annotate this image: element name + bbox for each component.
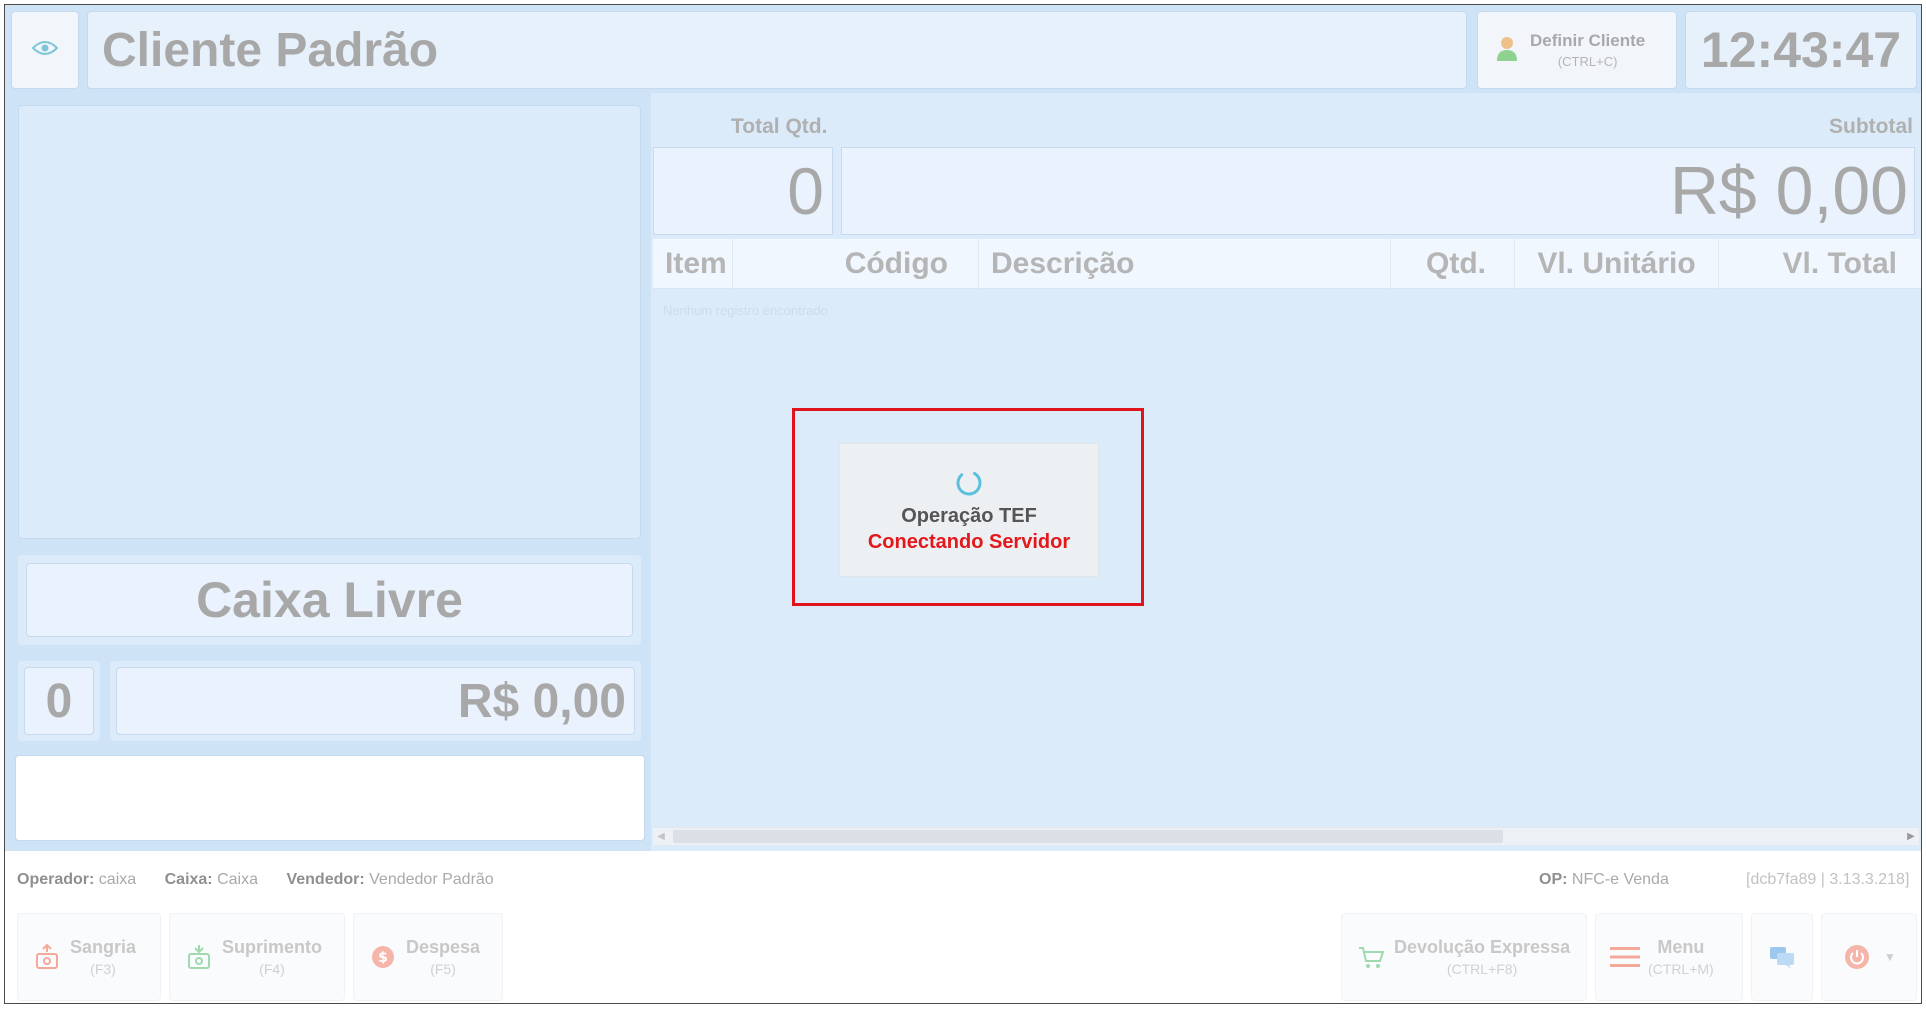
define-client-button[interactable]: Definir Cliente (CTRL+C) [1477,11,1677,89]
seller-label: Vendedor: [286,871,365,888]
power-icon [1842,942,1872,972]
spinner-icon [954,468,984,503]
column-header-unit-price[interactable]: Vl. Unitário [1515,239,1719,289]
suprimento-button[interactable]: Suprimento (F4) [169,913,345,1001]
operation-info: OP: NFC-e Venda [1539,871,1669,889]
footer: Operador: caixa Caixa: Caixa Vendedor: V… [5,851,1921,1003]
menu-button[interactable]: Menu (CTRL+M) [1595,913,1743,1001]
horizontal-scrollbar[interactable]: ◀ ▶ [653,827,1919,845]
toggle-visibility-button[interactable] [11,11,79,89]
amount-box: R$ 0,00 [110,661,641,741]
subtotal-value: R$ 0,00 [1669,153,1908,229]
chevron-down-icon[interactable]: ▼ [1884,950,1896,964]
menu-label: Menu [1657,937,1705,957]
pos-window: Cliente Padrão Definir Cliente (CTRL+C) … [4,4,1922,1004]
sangria-shortcut: (F3) [90,961,116,977]
chat-icon [1767,942,1797,972]
register-status-box: Caixa Livre [18,555,641,645]
coin-dollar-icon: $ [368,942,398,972]
version-text: [dcb7fa89 | 3.13.3.218] [1746,871,1910,888]
total-qty-value: 0 [787,154,824,228]
clock: 12:43:47 [1700,22,1902,78]
define-client-label: Definir Cliente [1530,31,1646,50]
client-name-field: Cliente Padrão [87,11,1467,89]
money-bag-up-icon [32,942,62,972]
devolucao-shortcut: (CTRL+F8) [1446,961,1518,977]
despesa-label: Despesa [406,937,481,957]
item-count-box: 0 [18,661,100,741]
subtotal-box: R$ 0,00 [841,147,1915,235]
scroll-right-arrow-icon[interactable]: ▶ [1903,828,1919,845]
amount-value: R$ 0,00 [457,674,626,728]
dialog-title: Operação TEF [901,505,1037,527]
suprimento-label: Suprimento [222,937,323,957]
column-header-item[interactable]: Item [653,239,733,289]
user-icon [1496,35,1518,66]
devolucao-label: Devolução Expressa [1394,937,1571,957]
client-name: Cliente Padrão [102,23,439,77]
power-button[interactable]: ▼ [1821,913,1917,1001]
scrollbar-thumb[interactable] [673,830,1503,843]
hamburger-icon [1610,942,1640,972]
operator-label: Operador: [17,871,95,888]
sangria-label: Sangria [70,937,137,957]
top-bar: Cliente Padrão Definir Cliente (CTRL+C) … [5,5,1921,93]
column-header-total[interactable]: Vl. Total [1719,239,1921,289]
despesa-shortcut: (F5) [430,961,456,977]
money-bag-down-icon [184,942,214,972]
op-value: NFC-e Venda [1571,871,1669,888]
column-header-description[interactable]: Descrição [979,239,1391,289]
clock-display: 12:43:47 [1685,11,1917,89]
product-image-area [18,105,641,539]
despesa-button[interactable]: $ Despesa (F5) [353,913,503,1001]
eye-icon [31,40,59,61]
empty-table-message: Nenhum registro encontrado [663,303,828,318]
message-area [15,755,645,841]
operator-value: caixa [98,871,137,888]
scroll-left-arrow-icon[interactable]: ◀ [653,828,669,845]
tef-loading-dialog: Operação TEF Conectando Servidor [839,443,1099,577]
items-table-header: Item Código Descrição Qtd. Vl. Unitário … [653,239,1921,289]
chat-button[interactable] [1751,913,1813,1001]
subtotal-label: Subtotal [1829,115,1913,138]
cart-return-icon [1356,942,1386,972]
item-count: 0 [45,674,73,728]
define-client-shortcut: (CTRL+C) [1557,54,1618,69]
devolucao-expressa-button[interactable]: Devolução Expressa (CTRL+F8) [1341,913,1587,1001]
dialog-status: Conectando Servidor [867,531,1071,553]
seller-value: Vendedor Padrão [369,871,494,888]
column-header-code[interactable]: Código [733,239,979,289]
total-qty-box: 0 [653,147,833,235]
sangria-button[interactable]: Sangria (F3) [17,913,161,1001]
column-header-qty[interactable]: Qtd. [1391,239,1515,289]
register-status: Caixa Livre [196,572,463,628]
svg-text:$: $ [378,950,388,966]
op-label: OP: [1539,871,1568,888]
suprimento-shortcut: (F4) [259,961,285,977]
menu-shortcut: (CTRL+M) [1648,961,1714,977]
cashbox-value: Caixa [217,871,258,888]
session-info: Operador: caixa Caixa: Caixa Vendedor: V… [17,871,494,889]
total-qty-label: Total Qtd. [731,115,828,138]
cashbox-label: Caixa: [164,871,213,888]
